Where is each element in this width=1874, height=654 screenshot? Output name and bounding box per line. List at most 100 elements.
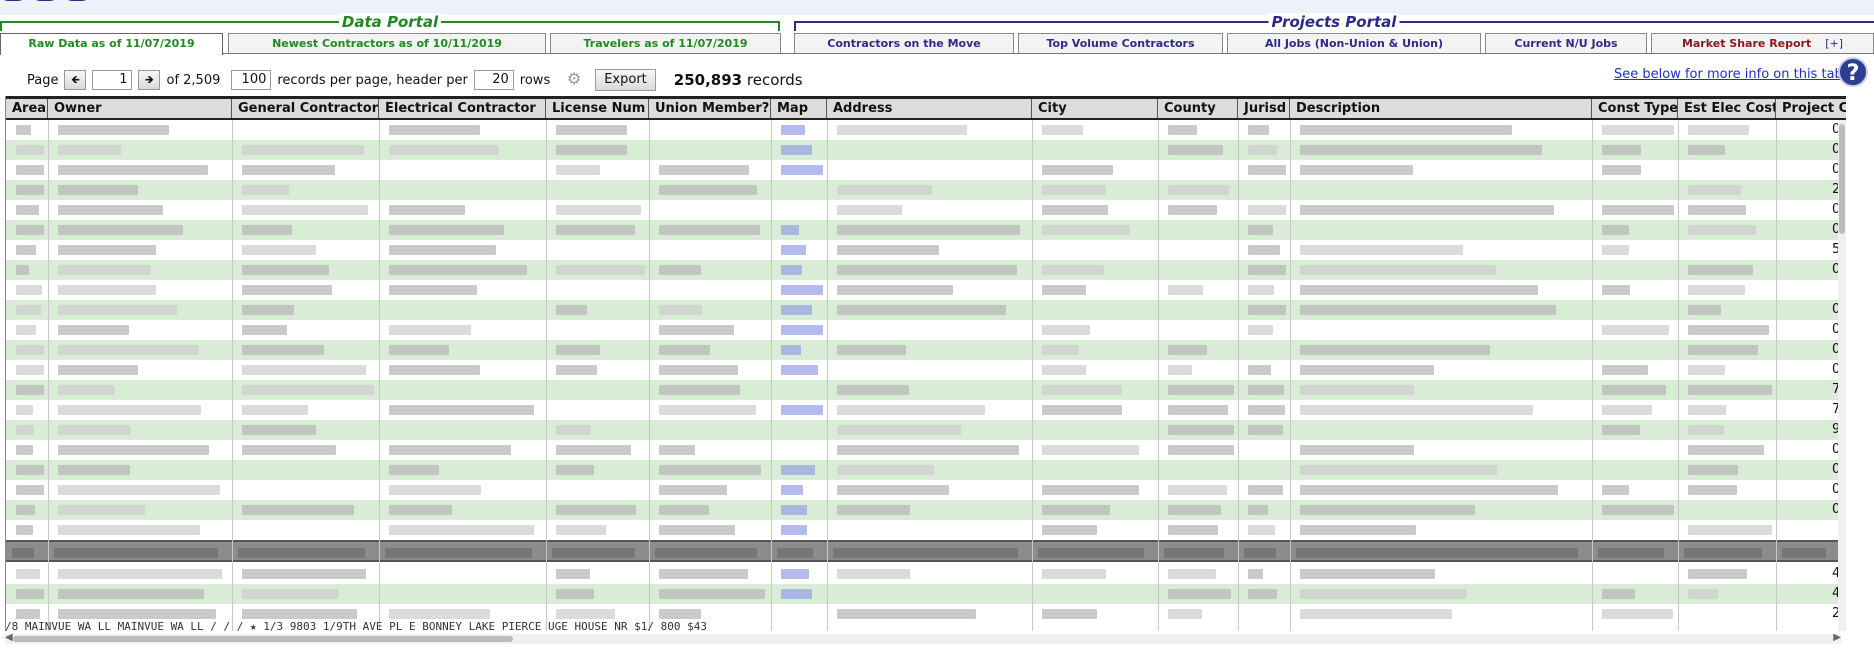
- table-row[interactable]: 0: [6, 360, 1840, 380]
- repeated-header-row[interactable]: [6, 540, 1840, 562]
- export-button[interactable]: Export: [595, 69, 656, 91]
- table-row[interactable]: 0: [6, 340, 1840, 360]
- records-per-page-input[interactable]: 100: [231, 70, 272, 90]
- next-page-button[interactable]: 🡺: [138, 70, 161, 90]
- redacted-cell: [781, 589, 812, 599]
- redacted-cell: [16, 185, 44, 195]
- column-header-const-type[interactable]: Const Type: [1592, 99, 1678, 118]
- expand-tabs-button[interactable]: [+]: [1825, 37, 1843, 50]
- column-divider: [1032, 120, 1033, 631]
- records-per-page-label: records per page, header per: [277, 72, 468, 88]
- column-header-jurisd[interactable]: Jurisd: [1238, 99, 1290, 118]
- table-row[interactable]: [6, 280, 1840, 300]
- redacted-cell: [659, 505, 709, 515]
- column-header-address[interactable]: Address: [827, 99, 1032, 118]
- redacted-cell: [556, 525, 606, 535]
- column-header-union-member[interactable]: Union Member?: [649, 99, 771, 118]
- redacted-cell: [556, 365, 597, 375]
- column-header-description[interactable]: Description: [1290, 99, 1592, 118]
- redacted-cell: [242, 345, 324, 355]
- gear-icon[interactable]: ⚙: [565, 71, 583, 89]
- redacted-cell: [659, 405, 756, 415]
- table-row[interactable]: 0: [6, 500, 1840, 520]
- table-row[interactable]: 0: [6, 260, 1840, 280]
- redacted-cell: [1042, 165, 1113, 175]
- more-info-link[interactable]: See below for more info on this tab: [1614, 67, 1843, 82]
- tab-current-nu-jobs[interactable]: Current N/U Jobs: [1485, 33, 1647, 53]
- table-row[interactable]: 0: [6, 460, 1840, 480]
- column-header-project-cost[interactable]: Project C: [1776, 99, 1846, 118]
- redacted-cell: [1300, 345, 1490, 355]
- redacted-cell: [1248, 525, 1275, 535]
- table-row[interactable]: 7: [6, 380, 1840, 400]
- vertical-scroll-thumb[interactable]: [1839, 124, 1845, 234]
- table-row[interactable]: 0: [6, 200, 1840, 220]
- redacted-cell: [16, 205, 39, 215]
- column-header-owner[interactable]: Owner: [48, 99, 232, 118]
- horizontal-scroll-thumb[interactable]: [13, 636, 513, 642]
- table-row[interactable]: 0: [6, 440, 1840, 460]
- redacted-cell: [1688, 569, 1747, 579]
- vertical-scrollbar[interactable]: [1838, 120, 1846, 631]
- table-row[interactable]: 7: [6, 400, 1840, 420]
- redacted-cell: [1300, 445, 1414, 455]
- column-header-map[interactable]: Map: [771, 99, 827, 118]
- table-row[interactable]: 0: [6, 220, 1840, 240]
- redacted-cell: [837, 485, 949, 495]
- redacted-cell: [1688, 205, 1746, 215]
- tab-travelers[interactable]: Travelers as of 11/07/2019: [550, 33, 781, 53]
- redacted-cell: [16, 165, 44, 175]
- scroll-right-icon[interactable]: ▶: [1833, 632, 1841, 643]
- column-header-license-num[interactable]: License Num: [546, 99, 649, 118]
- help-icon[interactable]: ?: [1838, 57, 1868, 87]
- table-row[interactable]: 0: [6, 300, 1840, 320]
- table-row[interactable]: 9: [6, 420, 1840, 440]
- table-row[interactable]: 0: [6, 480, 1840, 500]
- redacted-cell: [1602, 385, 1666, 395]
- tab-all-jobs[interactable]: All Jobs (Non-Union & Union): [1227, 33, 1481, 53]
- redacted-cell: [781, 305, 812, 315]
- redacted-cell: [1602, 589, 1635, 599]
- tab-newest-contractors[interactable]: Newest Contractors as of 10/11/2019: [228, 33, 546, 53]
- redacted-cell: [1168, 365, 1192, 375]
- table-row[interactable]: 0: [6, 140, 1840, 160]
- header-per-rows-input[interactable]: 20: [473, 70, 514, 90]
- column-header-city[interactable]: City: [1032, 99, 1158, 118]
- scroll-left-icon[interactable]: ◀: [5, 632, 13, 643]
- table-row[interactable]: 4: [6, 584, 1840, 604]
- column-header-est-elec-cost[interactable]: Est Elec Cost: [1678, 99, 1776, 118]
- table-row[interactable]: 0: [6, 120, 1840, 140]
- redacted-cell: [242, 285, 332, 295]
- tab-market-share-report[interactable]: Market Share Report [+]: [1651, 33, 1874, 53]
- table-row[interactable]: 5: [6, 240, 1840, 260]
- tab-raw-data[interactable]: Raw Data as of 11/07/2019: [0, 33, 223, 55]
- redacted-cell: [58, 405, 201, 415]
- rows-label: rows: [519, 72, 551, 88]
- column-divider: [379, 120, 380, 631]
- redacted-cell: [16, 325, 36, 335]
- redacted-header-cell: [1782, 548, 1826, 558]
- table-row[interactable]: 4: [6, 564, 1840, 584]
- column-header-area[interactable]: Area: [6, 99, 48, 118]
- table-row[interactable]: [6, 520, 1840, 540]
- table-row[interactable]: 0: [6, 160, 1840, 180]
- redacted-cell: [1168, 285, 1203, 295]
- tab-top-volume-contractors[interactable]: Top Volume Contractors: [1018, 33, 1223, 53]
- column-header-general-contractor[interactable]: General Contractor: [232, 99, 379, 118]
- redacted-cell: [1248, 569, 1263, 579]
- table-row[interactable]: 2: [6, 180, 1840, 200]
- table-row[interactable]: 2: [6, 604, 1840, 624]
- horizontal-scrollbar[interactable]: ◀ ▶: [5, 632, 1841, 644]
- column-header-electrical-contractor[interactable]: Electrical Contractor: [379, 99, 546, 118]
- redacted-cell: [1300, 165, 1413, 175]
- tab-contractors-on-move[interactable]: Contractors on the Move: [794, 33, 1014, 53]
- table-row[interactable]: 0: [6, 320, 1840, 340]
- arrow-right-icon: 🡺: [145, 72, 154, 86]
- redacted-cell: [837, 245, 939, 255]
- redacted-cell: [1248, 385, 1284, 395]
- column-header-county[interactable]: County: [1158, 99, 1238, 118]
- redacted-cell: [58, 609, 216, 619]
- prev-page-button[interactable]: 🡸: [64, 70, 87, 90]
- page-number-input[interactable]: 1: [92, 70, 133, 90]
- redacted-cell: [1042, 609, 1097, 619]
